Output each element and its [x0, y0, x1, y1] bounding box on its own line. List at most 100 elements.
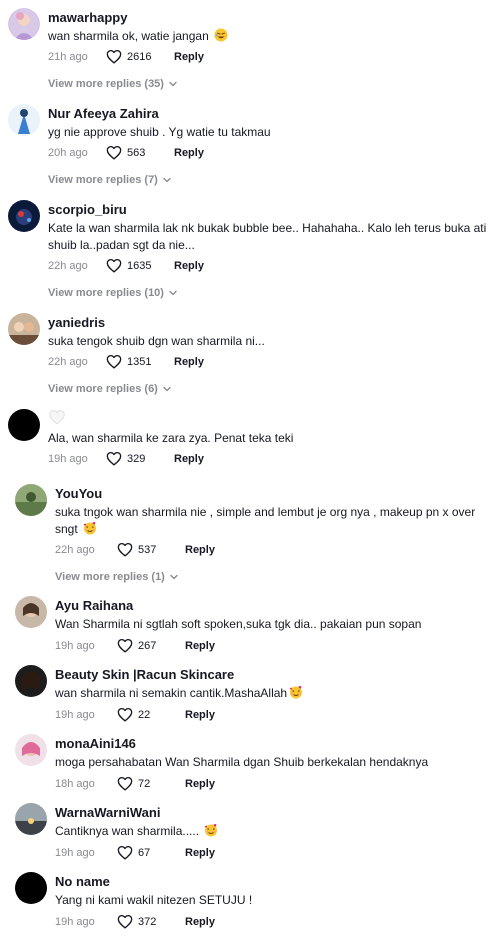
heart-outline-icon: [106, 49, 122, 64]
like-button[interactable]: 22: [117, 707, 185, 722]
comment-meta: 18h ago 72 Reply: [55, 776, 215, 791]
heart-outline-icon: [117, 542, 133, 557]
reply-button[interactable]: Reply: [185, 544, 215, 556]
reply-button[interactable]: Reply: [174, 356, 204, 368]
reply-button[interactable]: Reply: [185, 709, 215, 721]
heart-outline-icon: [106, 258, 122, 273]
comment-text: Yang ni kami wakil nitezen SETUJU !: [55, 893, 253, 907]
like-button[interactable]: 372: [117, 914, 185, 929]
comment-text: wan sharmila ni semakin cantik.MashaAlla…: [55, 685, 494, 702]
like-count: 22: [138, 708, 151, 721]
smiling-face-with-hearts-icon: [204, 823, 218, 837]
rofl-emoji-icon: [214, 28, 228, 42]
comment-meta: 19h ago 267 Reply: [55, 638, 215, 653]
comment-time: 22h ago: [55, 543, 95, 556]
avatar[interactable]: [8, 313, 40, 345]
view-more-replies-button[interactable]: View more replies (1): [55, 571, 179, 583]
heart-outline-icon: [117, 707, 133, 722]
comment-time: 19h ago: [55, 708, 95, 721]
comment-time: 19h ago: [55, 639, 95, 652]
comment-text: moga persahabatan Wan Sharmila dgan Shui…: [55, 755, 429, 769]
comment-meta: 19h ago 372 Reply: [55, 914, 215, 929]
comment-time: 19h ago: [55, 915, 95, 928]
comment-meta: 22h ago 1351 Reply: [48, 354, 204, 369]
reply-button[interactable]: Reply: [185, 778, 215, 790]
comment-time: 19h ago: [55, 846, 95, 859]
avatar[interactable]: [8, 200, 40, 232]
comment-username[interactable]: YouYou: [55, 486, 102, 501]
reply-button[interactable]: Reply: [185, 847, 215, 859]
reply-button[interactable]: Reply: [174, 260, 204, 272]
reply-button[interactable]: Reply: [174, 147, 204, 159]
reply-button[interactable]: Reply: [185, 916, 215, 928]
avatar[interactable]: [15, 803, 47, 835]
view-more-replies-button[interactable]: View more replies (10): [48, 287, 178, 299]
comment-username[interactable]: yaniedris: [48, 315, 105, 330]
like-button[interactable]: 72: [117, 776, 185, 791]
chevron-down-icon: [168, 288, 178, 298]
like-button[interactable]: 1351: [106, 354, 174, 369]
like-count: 537: [138, 543, 157, 556]
heart-outline-icon: [117, 776, 133, 791]
comment-time: 21h ago: [48, 50, 88, 63]
like-button[interactable]: 329: [106, 451, 174, 466]
avatar[interactable]: [15, 734, 47, 766]
like-button[interactable]: 1635: [106, 258, 174, 273]
reply-button[interactable]: Reply: [185, 640, 215, 652]
like-count: 1351: [127, 355, 152, 368]
avatar[interactable]: [8, 409, 40, 441]
avatar[interactable]: [15, 484, 47, 516]
chevron-down-icon: [169, 572, 179, 582]
like-count: 329: [127, 452, 146, 465]
chevron-down-icon: [162, 384, 172, 394]
comment-meta: 19h ago 22 Reply: [55, 707, 215, 722]
comment-meta: 20h ago 563 Reply: [48, 145, 204, 160]
like-count: 2616: [127, 50, 152, 63]
comment-text: wan sharmila ok, watie jangan: [48, 28, 494, 45]
comment-username[interactable]: Nur Afeeya Zahira: [48, 106, 159, 121]
heart-outline-icon: [106, 451, 122, 466]
like-button[interactable]: 537: [117, 542, 185, 557]
comment-username[interactable]: mawarhappy: [48, 10, 127, 25]
view-more-replies-button[interactable]: View more replies (35): [48, 78, 178, 90]
comment-time: 18h ago: [55, 777, 95, 790]
avatar[interactable]: [15, 872, 47, 904]
comment-meta: 19h ago 329 Reply: [48, 451, 204, 466]
heart-outline-icon: [106, 145, 122, 160]
avatar[interactable]: [15, 596, 47, 628]
comment-username[interactable]: WarnaWarniWani: [55, 805, 160, 820]
smiling-face-with-hearts-icon: [289, 685, 303, 699]
comment-username[interactable]: Ayu Raihana: [55, 598, 133, 613]
heart-outline-icon: [117, 638, 133, 653]
view-more-replies-button[interactable]: View more replies (6): [48, 383, 172, 395]
heart-outline-icon: [117, 845, 133, 860]
comment-username[interactable]: scorpio_biru: [48, 202, 127, 217]
heart-outline-icon: [117, 914, 133, 929]
reply-button[interactable]: Reply: [174, 453, 204, 465]
like-count: 67: [138, 846, 151, 859]
comment-text: Ala, wan sharmila ke zara zya. Penat tek…: [48, 431, 294, 445]
comment-time: 22h ago: [48, 259, 88, 272]
avatar[interactable]: [8, 8, 40, 40]
avatar[interactable]: [8, 104, 40, 136]
comment-time: 19h ago: [48, 452, 88, 465]
heart-outline-icon: [106, 354, 122, 369]
view-more-replies-button[interactable]: View more replies (7): [48, 174, 172, 186]
like-button[interactable]: 67: [117, 845, 185, 860]
comment-username[interactable]: monaAini146: [55, 736, 136, 751]
chevron-down-icon: [168, 79, 178, 89]
comment-username[interactable]: No name: [55, 874, 110, 889]
smiling-face-with-hearts-icon: [83, 521, 97, 535]
like-button[interactable]: 267: [117, 638, 185, 653]
comment-meta: 22h ago 537 Reply: [55, 542, 215, 557]
avatar[interactable]: [15, 665, 47, 697]
like-button[interactable]: 563: [106, 145, 174, 160]
like-button[interactable]: 2616: [106, 49, 174, 64]
comment-meta: 19h ago 67 Reply: [55, 845, 215, 860]
comment-text: yg nie approve shuib . Yg watie tu takma…: [48, 125, 271, 139]
reply-button[interactable]: Reply: [174, 51, 204, 63]
chevron-down-icon: [162, 175, 172, 185]
like-count: 372: [138, 915, 157, 928]
comment-time: 20h ago: [48, 146, 88, 159]
comment-username[interactable]: Beauty Skin |Racun Skincare: [55, 667, 234, 682]
